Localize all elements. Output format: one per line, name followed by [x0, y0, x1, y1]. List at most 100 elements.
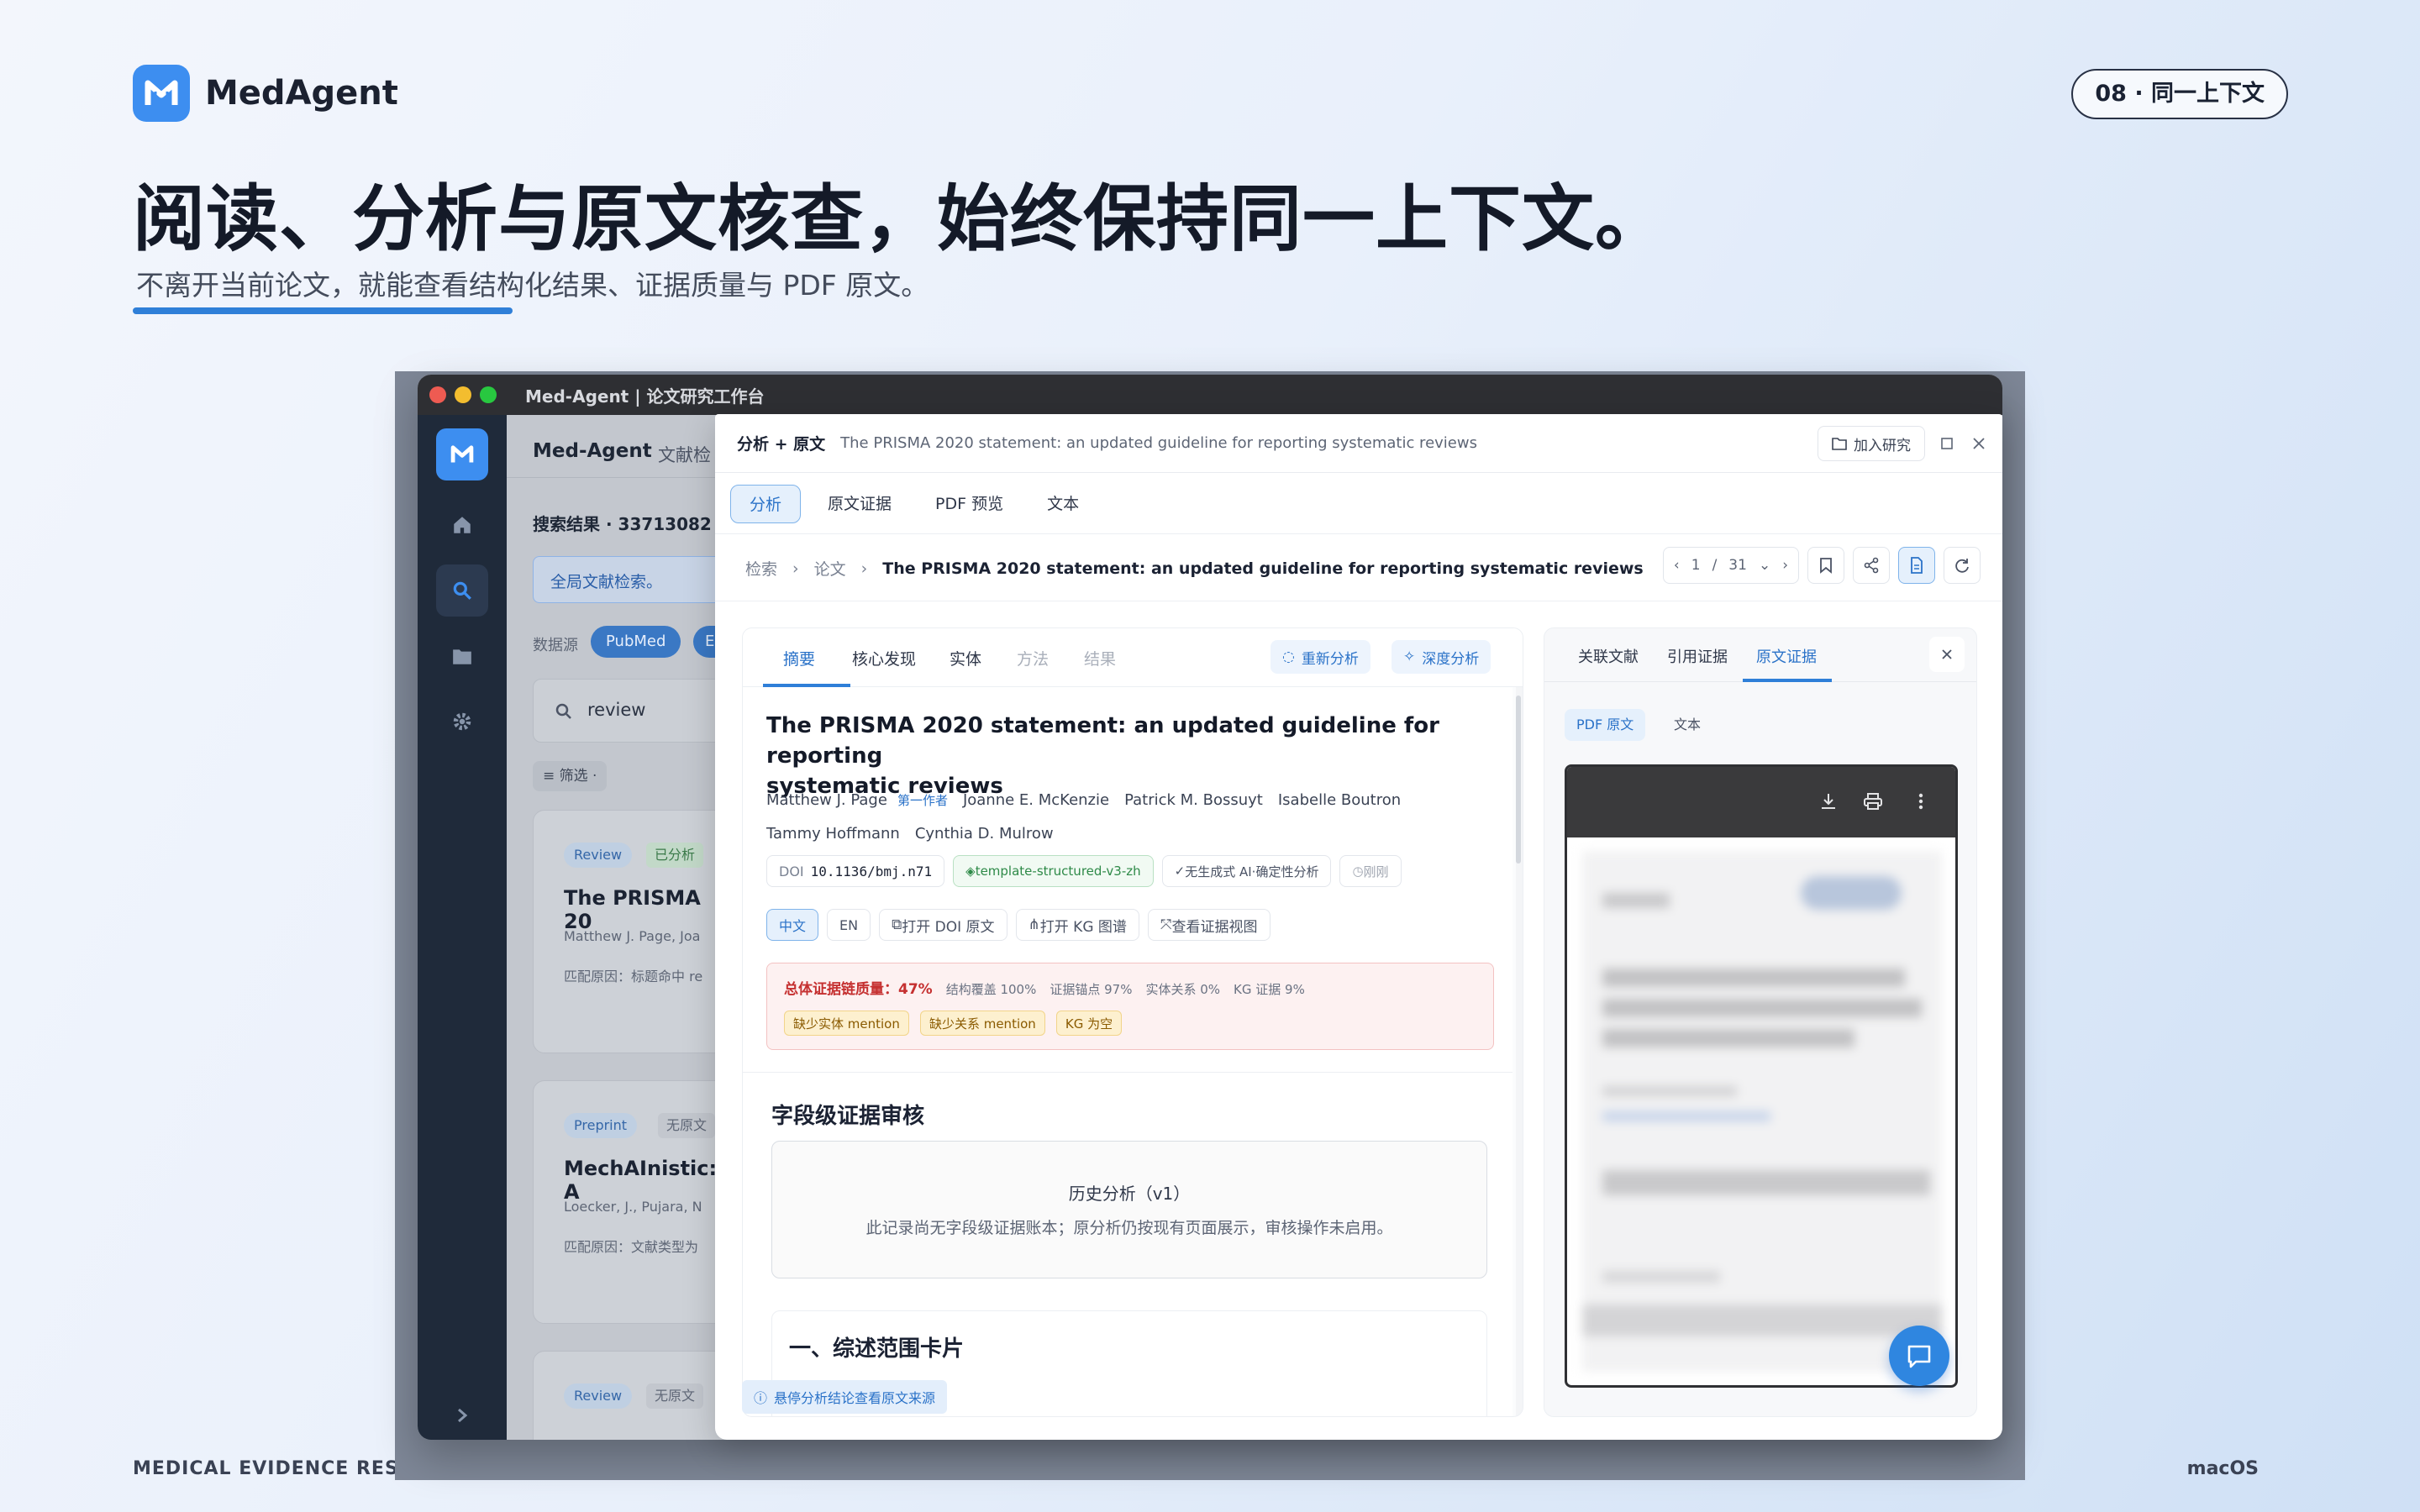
- download-icon[interactable]: [1819, 792, 1838, 811]
- subtab-findings[interactable]: 核心发现: [852, 647, 916, 669]
- author[interactable]: Cynthia D. Mulrow: [915, 825, 1054, 843]
- doi-value: 10.1136/bmj.n71: [810, 863, 933, 879]
- deep-analyze-button[interactable]: ✧ 深度分析: [1392, 640, 1491, 674]
- open-kg-button[interactable]: ⋔ 打开 KG 图谱: [1015, 909, 1139, 941]
- clock-icon: ◷: [1352, 864, 1364, 879]
- side-tab-related[interactable]: 关联文献: [1578, 645, 1639, 667]
- filter-icon: ≡: [543, 768, 560, 785]
- app-logo-icon[interactable]: [436, 428, 488, 480]
- spinner-icon: ◌: [1282, 648, 1295, 665]
- magic-wand-icon: ✧: [1403, 648, 1416, 665]
- side-subtab-pdf[interactable]: PDF 原文: [1565, 709, 1646, 741]
- chevron-down-icon[interactable]: ⌄: [1759, 557, 1770, 574]
- tab-evidence[interactable]: 原文证据: [811, 485, 908, 523]
- zoom-window-icon[interactable]: [480, 386, 497, 403]
- bg-global-search[interactable]: 全局文献检索。: [533, 556, 734, 603]
- nav-rail: [418, 415, 507, 1440]
- evidence-view-button[interactable]: ⤧ 查看证据视图: [1147, 909, 1270, 941]
- title-bar: Med-Agent | 论文研究工作台: [418, 375, 2002, 415]
- print-icon[interactable]: [1863, 792, 1883, 811]
- quality-metric: 结构覆盖 100%: [945, 982, 1037, 997]
- bg-search-input[interactable]: review: [533, 679, 734, 743]
- brand-logo: [133, 65, 190, 122]
- first-author-badge: 第一作者: [897, 793, 948, 808]
- check-icon: ✓: [1174, 864, 1186, 879]
- divider: [507, 477, 725, 478]
- add-research-button[interactable]: 加入研究: [1818, 426, 1925, 461]
- subtab-entities[interactable]: 实体: [950, 647, 981, 669]
- template-tag-label: template-structured-v3-zh: [975, 864, 1141, 879]
- external-link-icon: ⧉: [892, 916, 902, 933]
- bg-card-authors: Loecker, J., Pujara, N: [564, 1199, 702, 1215]
- quality-row: 总体证据链质量：47% 结构覆盖 100% 证据锚点 97% 实体关系 0% K…: [784, 977, 1305, 998]
- document-icon[interactable]: [1898, 547, 1935, 584]
- folder-icon[interactable]: [436, 630, 488, 682]
- bg-card[interactable]: Preprint 无原文 MechAInistic: A Loecker, J.…: [533, 1080, 734, 1324]
- authors-row: Tammy Hoffmann Cynthia D. Mulrow: [766, 825, 1054, 843]
- bg-card-badge: Review: [564, 843, 633, 868]
- page-current[interactable]: 1: [1691, 557, 1701, 574]
- breadcrumb: 检索 › 论文 › The PRISMA 2020 statement: an …: [745, 557, 1644, 580]
- home-icon[interactable]: [436, 499, 488, 551]
- close-window-icon[interactable]: [429, 386, 446, 403]
- bg-source-pubmed[interactable]: PubMed: [591, 626, 681, 658]
- close-icon[interactable]: [1972, 437, 1986, 450]
- expand-chevron-icon[interactable]: [436, 1389, 488, 1440]
- author[interactable]: Patrick M. Bossuyt: [1124, 791, 1263, 809]
- refresh-icon[interactable]: [1944, 547, 1981, 584]
- warning-chip: 缺少实体 mention: [784, 1011, 909, 1036]
- prev-page-icon[interactable]: ‹: [1674, 557, 1680, 574]
- link-icon: ⤧: [1160, 916, 1172, 933]
- scrollbar-thumb[interactable]: [1516, 696, 1521, 864]
- author[interactable]: Isabelle Boutron: [1278, 791, 1401, 809]
- next-page-icon[interactable]: ›: [1782, 557, 1788, 574]
- analysis-modal: 分析 + 原文 The PRISMA 2020 statement: an up…: [715, 414, 2002, 1440]
- bg-card[interactable]: Review 无原文: [533, 1351, 734, 1440]
- more-vertical-icon[interactable]: [1918, 792, 1923, 811]
- side-tabs: 关联文献 引用证据 原文证据: [1544, 628, 1976, 682]
- warning-chip: 缺少关系 mention: [919, 1011, 1045, 1036]
- bg-filter-button[interactable]: ≡ 筛选 ·: [533, 761, 608, 791]
- side-subtab-text[interactable]: 文本: [1665, 709, 1709, 741]
- subtab-summary[interactable]: 摘要: [783, 647, 815, 669]
- subtab-results[interactable]: 结果: [1084, 647, 1116, 669]
- side-tab-citations[interactable]: 引用证据: [1667, 645, 1728, 667]
- side-close-icon[interactable]: [1929, 637, 1965, 672]
- analysis-panel: 摘要 核心发现 实体 方法 结果 ◌ 重新分析 ✧ 深度分析 The PRISMA …: [742, 627, 1523, 1417]
- author[interactable]: Matthew J. Page: [766, 791, 887, 809]
- evidence-view-label: 查看证据视图: [1171, 918, 1258, 936]
- history-desc: 此记录尚无字段级证据账本；原分析仍按现有页面展示，审核操作未启用。: [865, 1219, 1393, 1237]
- bookmark-icon[interactable]: [1807, 547, 1844, 584]
- divider: [743, 1072, 1512, 1073]
- modal-header: 分析 + 原文 The PRISMA 2020 statement: an up…: [715, 414, 2002, 473]
- minimize-window-icon[interactable]: [455, 386, 471, 403]
- chat-fab-icon[interactable]: [1889, 1326, 1949, 1386]
- bg-card-badge: Review: [564, 1383, 633, 1409]
- share-icon[interactable]: [1853, 547, 1890, 584]
- lang-zh-button[interactable]: 中文: [766, 909, 819, 941]
- open-doi-button[interactable]: ⧉ 打开 DOI 原文: [879, 909, 1007, 941]
- search-icon[interactable]: [436, 564, 488, 617]
- lang-en-button[interactable]: EN: [827, 909, 871, 941]
- tab-text[interactable]: 文本: [1030, 485, 1096, 523]
- bg-card[interactable]: Review 已分析 The PRISMA 20 Matthew J. Page…: [533, 810, 734, 1053]
- maximize-icon[interactable]: [1940, 437, 1954, 450]
- warning-chip: KG 为空: [1055, 1011, 1123, 1036]
- authors-row: Matthew J. Page 第一作者 Joanne E. McKenzie …: [766, 791, 1401, 809]
- side-tab-source-evidence[interactable]: 原文证据: [1756, 645, 1817, 667]
- reanalyze-button[interactable]: ◌ 重新分析: [1270, 640, 1370, 674]
- scrollbar-track[interactable]: [1516, 687, 1523, 1416]
- author[interactable]: Tammy Hoffmann: [766, 825, 900, 843]
- subtab-methods[interactable]: 方法: [1017, 647, 1049, 669]
- doi-pill[interactable]: DOI 10.1136/bmj.n71: [766, 855, 945, 887]
- accent-underline: [133, 307, 513, 314]
- breadcrumb-search[interactable]: 检索: [745, 557, 777, 580]
- tab-pdf-preview[interactable]: PDF 预览: [918, 485, 1020, 523]
- headline: 阅读、分析与原文核查，始终保持同一上下文。: [133, 177, 1668, 261]
- breadcrumb-paper[interactable]: 论文: [814, 557, 846, 580]
- settings-gear-icon[interactable]: [436, 696, 488, 748]
- chevron-right-icon: ›: [860, 559, 868, 578]
- author[interactable]: Joanne E. McKenzie: [963, 791, 1109, 809]
- chevron-right-icon: ›: [792, 559, 799, 578]
- tab-analysis[interactable]: 分析: [730, 485, 802, 523]
